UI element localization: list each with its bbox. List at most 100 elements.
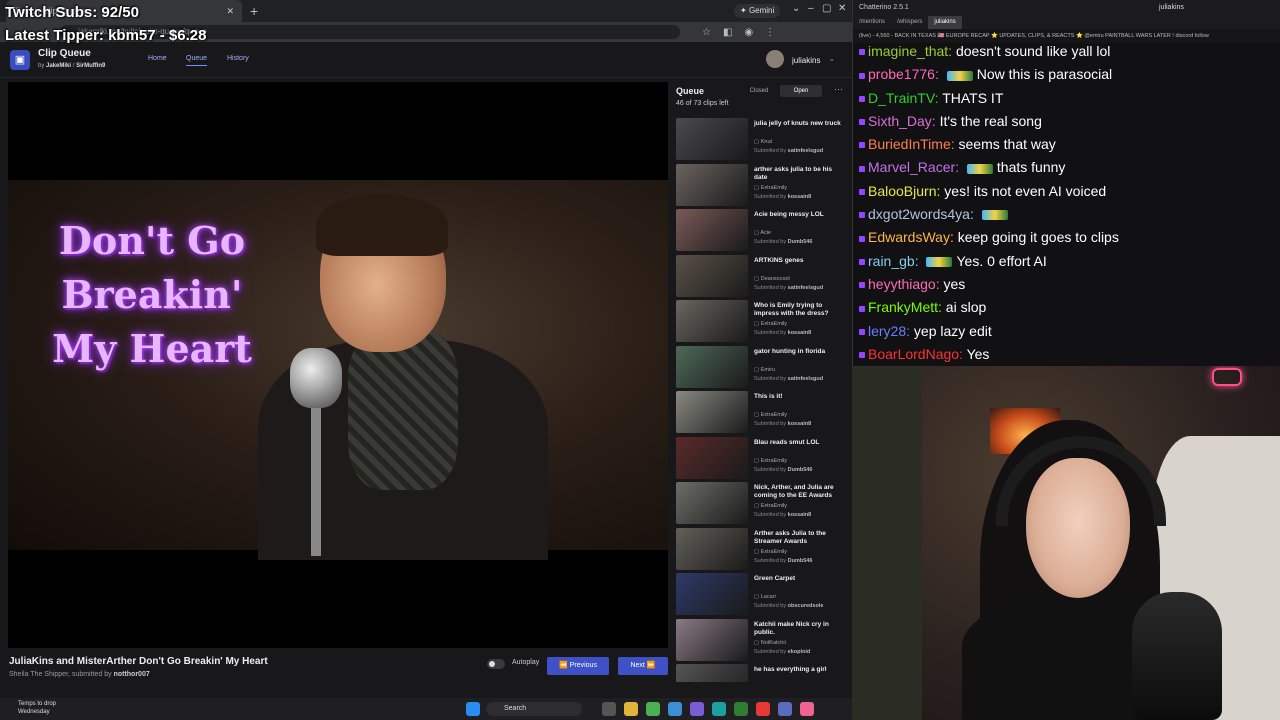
app-icon[interactable] [668, 702, 682, 716]
author-link[interactable]: JakeMiki [46, 63, 71, 69]
new-tab-button[interactable]: + [250, 3, 258, 19]
queue-closed-button[interactable]: Closed [738, 85, 780, 97]
badge-icon [859, 49, 865, 56]
queue-item-submitter: Submitted by obscuredsole [754, 603, 824, 609]
clip-thumbnail[interactable] [676, 391, 748, 433]
app-icon[interactable] [778, 702, 792, 716]
author-link[interactable]: SirMuffin9 [76, 63, 105, 69]
clip-channel[interactable]: Sheila The Shipper [9, 671, 68, 678]
clip-thumbnail[interactable] [676, 436, 748, 479]
queue-item-title: ARTKINS genes [754, 256, 804, 264]
edge-icon[interactable] [712, 702, 726, 716]
profile-icon[interactable]: ◉ [744, 27, 753, 38]
queue-item[interactable]: This is it! ▢ ExtraEmily Submitted by koss… [676, 391, 852, 437]
more-icon[interactable]: ⋯ [834, 84, 843, 95]
clip-thumbnail[interactable] [676, 163, 748, 206]
queue-item-submitter: Submitted by satinfeelsgud [754, 148, 824, 154]
clip-thumbnail[interactable] [676, 527, 748, 570]
nav-queue[interactable]: Queue [186, 55, 208, 66]
clip-thumbnail[interactable] [676, 209, 748, 251]
queue-item[interactable]: Katchii make Nick cry in public. ▢ NotKat… [676, 618, 852, 665]
clip-thumbnail[interactable] [676, 254, 748, 297]
file-explorer-icon[interactable] [624, 702, 638, 716]
app-icon[interactable] [800, 702, 814, 716]
nav-home[interactable]: Home [148, 55, 167, 62]
queue-item-title: arther asks julia to be his date [754, 165, 833, 181]
chevron-down-icon[interactable]: ⌄ [829, 55, 835, 63]
queue-open-button[interactable]: Open [780, 85, 822, 97]
queue-item[interactable]: arther asks julia to be his date ▢ ExtraE… [676, 163, 852, 210]
queue-item[interactable]: he has everything a girl▢ Submitted by [676, 664, 852, 682]
chat-username[interactable]: imagine_that: [868, 43, 952, 59]
clip-thumbnail[interactable] [676, 664, 748, 682]
chat-username[interactable]: rain_gb: [868, 253, 919, 269]
previous-button[interactable]: ⏪ Previous [547, 657, 609, 675]
clip-thumbnail[interactable] [676, 482, 748, 524]
queue-item[interactable]: Arther asks Julia to the Streamer Awards… [676, 527, 852, 574]
chat-message: dxgot2words4ya: [859, 203, 1277, 226]
queue-item-channel: ▢ ExtraEmily [754, 503, 788, 509]
chat-username[interactable]: BoarLordNago: [868, 346, 963, 362]
chat-username[interactable]: lery28: [868, 323, 910, 339]
maximize-icon[interactable]: ▢ [822, 3, 831, 14]
menu-icon[interactable]: ⋮ [765, 27, 775, 38]
chat-username[interactable]: probe1776: [868, 66, 939, 82]
queue-item-title: Acie being messy LOL [754, 211, 824, 218]
rewind-icon: ⏪ [559, 662, 568, 669]
app-icon[interactable] [734, 702, 748, 716]
clip-thumbnail[interactable] [676, 573, 748, 615]
taskbar-search[interactable]: Search [486, 702, 582, 716]
windows-start-icon[interactable] [466, 702, 480, 716]
avatar[interactable] [766, 50, 784, 68]
autoplay-toggle[interactable] [487, 659, 505, 669]
task-view-icon[interactable] [602, 702, 616, 716]
queue-item[interactable]: Acie being messy LOL ▢ Acie Submitted by D… [676, 209, 852, 255]
chat-username[interactable]: EdwardsWay: [868, 229, 954, 245]
nav-history[interactable]: History [227, 55, 249, 62]
bookmark-icon[interactable]: ☆ [702, 27, 711, 38]
tab-mentions[interactable]: /mentions [853, 16, 891, 29]
queue-item[interactable]: Green Carpet ▢ Lacari Submitted by obscure… [676, 573, 852, 619]
chat-username[interactable]: BalooBjurn: [868, 183, 940, 199]
chat-username[interactable]: FrankyMett: [868, 299, 942, 315]
username[interactable]: juliakins [792, 56, 820, 65]
microphone-icon [1132, 592, 1222, 720]
clip-thumbnail[interactable] [676, 300, 748, 342]
dropdown-icon[interactable]: ⌄ [792, 3, 800, 14]
chat-messages: imagine_that: doesn't sound like yall lo… [859, 40, 1277, 366]
chat-username[interactable]: Sixth_Day: [868, 113, 936, 129]
extension-icon[interactable]: ◧ [723, 27, 732, 38]
queue-item-channel: ▢ Acie [754, 230, 772, 236]
chat-account[interactable]: juliakins [1159, 0, 1184, 16]
clip-thumbnail[interactable] [676, 345, 748, 388]
video-player[interactable]: Don't Go Breakin' My Heart [8, 82, 668, 648]
app-icon[interactable] [646, 702, 660, 716]
minimize-icon[interactable]: – [808, 3, 814, 14]
chat-username[interactable]: BuriedInTime: [868, 136, 955, 152]
chrome-icon[interactable] [756, 702, 770, 716]
tab-close-icon[interactable]: ✕ [226, 6, 234, 17]
chat-username[interactable]: D_TrainTV: [868, 90, 939, 106]
weather-widget[interactable]: Temps to drop Wednesday [18, 700, 56, 716]
tab-channel[interactable]: juliakins [928, 16, 962, 29]
next-button[interactable]: Next ⏩ [618, 657, 668, 675]
gemini-button[interactable]: ✦ Gemini [734, 4, 781, 18]
queue-item[interactable]: julia jelly of knuts new truck ▢ Knut Subm… [676, 118, 852, 164]
chat-username[interactable]: heyythiago: [868, 276, 940, 292]
app-icon[interactable] [690, 702, 704, 716]
queue-item[interactable]: Blau reads smut LOL ▢ ExtraEmily Submitted… [676, 436, 852, 483]
queue-item[interactable]: gator hunting in florida ▢ Emiru Submitted… [676, 345, 852, 392]
queue-item-channel: ▢ ExtraEmily [754, 548, 788, 555]
clip-queue: Queue Closed Open ⋯ 46 of 73 clips left … [672, 82, 852, 682]
chat-username[interactable]: Marvel_Racer: [868, 159, 959, 175]
clip-thumbnail[interactable] [676, 618, 748, 661]
tab-whispers[interactable]: /whispers [891, 16, 928, 29]
gemini-label: Gemini [748, 6, 775, 15]
queue-item[interactable]: ARTKINS genes ▢ Deansocool Submitted by sa… [676, 254, 852, 301]
close-window-icon[interactable]: ✕ [838, 3, 846, 14]
weather-text: Temps to drop [18, 701, 57, 707]
clip-thumbnail[interactable] [676, 118, 748, 160]
queue-item[interactable]: Who is Emily trying to impress with the … [676, 300, 852, 346]
chat-username[interactable]: dxgot2words4ya: [868, 206, 974, 222]
queue-item[interactable]: Nick, Arther, and Julia are coming to th… [676, 482, 852, 528]
